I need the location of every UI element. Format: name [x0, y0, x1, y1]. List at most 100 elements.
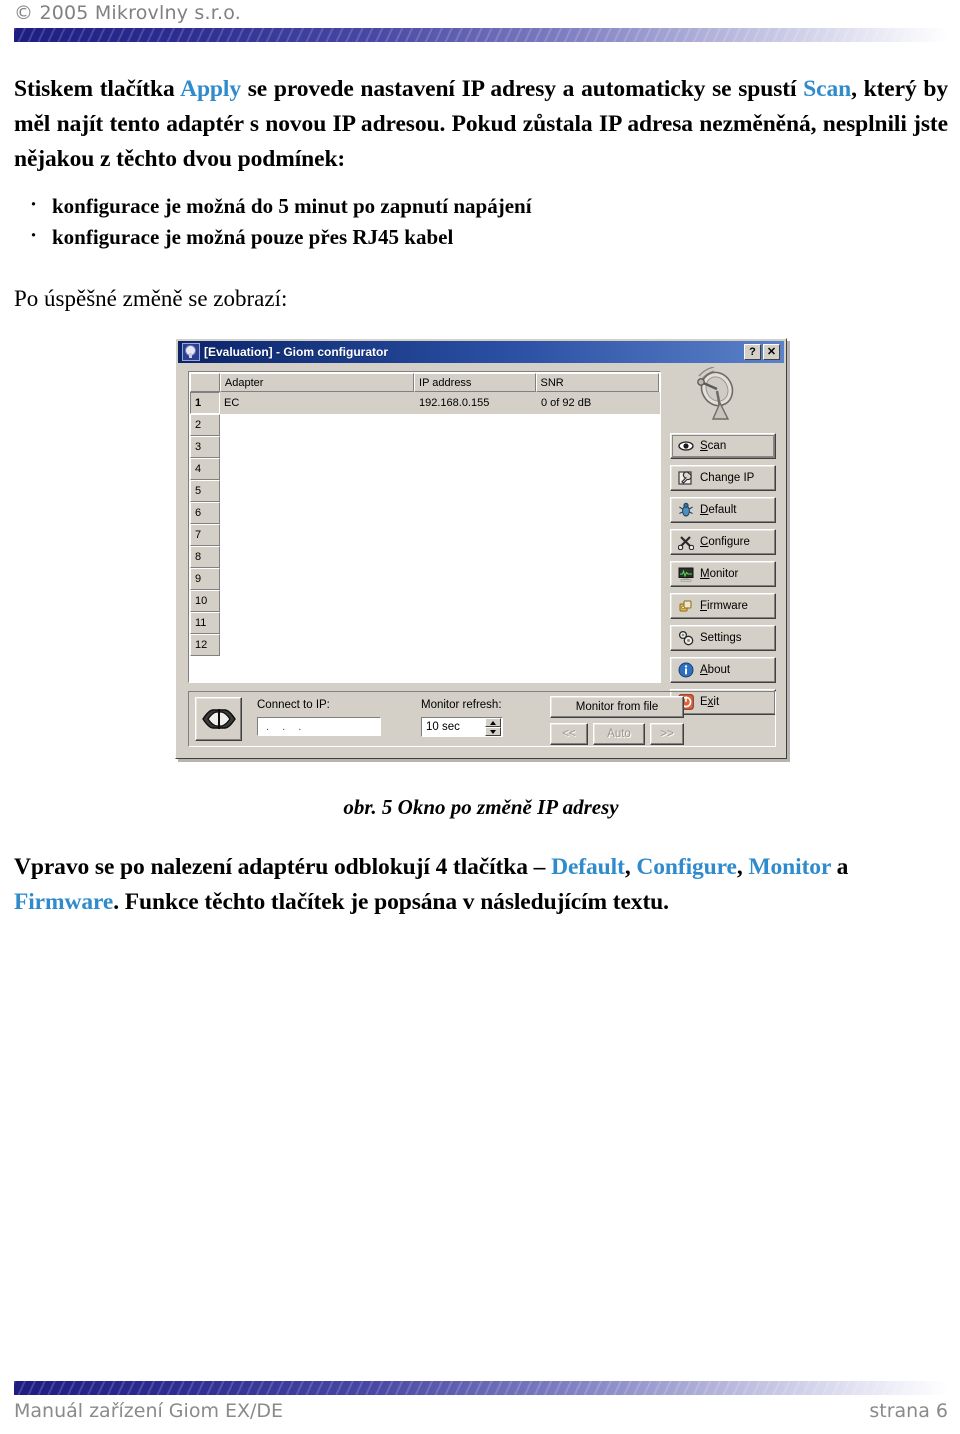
- row-number[interactable]: 4: [190, 458, 220, 480]
- monitor-button-label: Monitor: [700, 568, 739, 580]
- window-title: [Evaluation] - Giom configurator: [204, 345, 389, 359]
- monitor-refresh-label: Monitor refresh:: [421, 699, 502, 711]
- wrench-icon: [678, 470, 694, 486]
- row-number[interactable]: 5: [190, 480, 220, 502]
- connect-plug-button[interactable]: [195, 697, 242, 741]
- app-icon: [182, 343, 200, 361]
- firmware-keyword: Firmware: [14, 889, 114, 915]
- row-number[interactable]: 2: [190, 414, 220, 436]
- intro-text-1: Stiskem tlačítka: [14, 76, 181, 102]
- row-number[interactable]: 9: [190, 568, 220, 590]
- default-button-label: Default: [700, 504, 737, 516]
- page-header: © 2005 Mikrovlny s.r.o.: [0, 0, 960, 52]
- help-button[interactable]: ?: [744, 344, 761, 360]
- figure-screenshot: [Evaluation] - Giom configurator ? ✕ Ada…: [175, 338, 795, 767]
- connect-to-ip-label: Connect to IP:: [257, 699, 330, 711]
- footer-page-number: strana 6: [869, 1400, 948, 1422]
- configure-keyword: Configure: [636, 854, 737, 880]
- default-button[interactable]: Default: [670, 497, 776, 523]
- window-controls: ? ✕: [744, 344, 780, 360]
- intro-paragraph: Stiskem tlačítka Apply se provede nastav…: [14, 72, 948, 177]
- figure-caption-block: obr. 5 Okno po změně IP adresy: [14, 795, 948, 820]
- configure-button-label: Configure: [700, 536, 750, 548]
- change-ip-button[interactable]: Change IP: [670, 465, 776, 491]
- command-button-column: Scan Change IP Default Configure Monitor…: [670, 433, 776, 721]
- stepper-arrows[interactable]: [485, 718, 501, 736]
- gears-icon: [678, 630, 694, 646]
- listview-rows: EC 192.168.0.155 0 of 92 dB: [220, 392, 660, 681]
- window-titlebar[interactable]: [Evaluation] - Giom configurator ? ✕: [178, 341, 784, 363]
- settings-button-label: Settings: [700, 632, 742, 644]
- apply-keyword: Apply: [180, 76, 241, 102]
- document-content: Stiskem tlačítka Apply se provede nastav…: [14, 72, 948, 315]
- monitor-button[interactable]: Monitor: [670, 561, 776, 587]
- stepper-up-icon[interactable]: [485, 718, 501, 727]
- adapter-listview[interactable]: Adapter IP address SNR 1 2 3 4 5 6 7 8 9: [188, 371, 661, 683]
- about-button[interactable]: About: [670, 657, 776, 683]
- eye-icon: [678, 438, 694, 454]
- column-header-index[interactable]: [190, 373, 220, 392]
- monitor-refresh-stepper[interactable]: 10 sec: [421, 717, 503, 737]
- intro-text-2: se provede nastavení IP adresy a automat…: [240, 76, 804, 102]
- column-header-snr[interactable]: SNR: [535, 373, 659, 392]
- scan-button-label: Scan: [700, 440, 727, 452]
- closing-paragraph: Vpravo se po nalezení adaptéru odblokují…: [14, 850, 948, 920]
- row-number[interactable]: 6: [190, 502, 220, 524]
- cell-adapter: EC: [224, 397, 240, 409]
- copyright-notice: © 2005 Mikrovlny s.r.o.: [14, 2, 241, 24]
- firmware-button-label: Firmware: [700, 600, 748, 612]
- closing-sep-3: a: [830, 854, 849, 880]
- cell-snr: 0 of 92 dB: [541, 397, 592, 409]
- plug-icon: [201, 709, 236, 729]
- figure-caption: obr. 5 Okno po změně IP adresy: [343, 795, 619, 819]
- column-header-adapter[interactable]: Adapter: [219, 373, 415, 392]
- monitor-from-file-button[interactable]: Monitor from file: [550, 696, 684, 718]
- tools-icon: [677, 534, 695, 551]
- figure-lead-in: Po úspěšné změně se zobrazí:: [14, 286, 288, 311]
- row-number[interactable]: 7: [190, 524, 220, 546]
- closing-text-1: Vpravo se po nalezení adaptéru odblokují…: [14, 854, 552, 880]
- scan-keyword: Scan: [803, 76, 852, 102]
- stepper-down-icon[interactable]: [485, 727, 501, 736]
- change-ip-button-label: Change IP: [700, 472, 755, 484]
- list-item: konfigurace je možná pouze přes RJ45 kab…: [14, 220, 948, 253]
- monitor-keyword: Monitor: [748, 854, 831, 880]
- row-number[interactable]: 10: [190, 590, 220, 612]
- column-header-ip-address[interactable]: IP address: [414, 373, 536, 392]
- monitor-icon: [678, 566, 694, 582]
- closing-paragraph-block: Vpravo se po nalezení adaptéru odblokují…: [14, 850, 948, 920]
- footer-document-title: Manuál zařízení Giom EX/DE: [14, 1400, 284, 1422]
- close-button[interactable]: ✕: [763, 344, 780, 360]
- configure-button[interactable]: Configure: [670, 529, 776, 555]
- nav-prev-button[interactable]: <<: [550, 723, 588, 745]
- closing-sep-1: ,: [624, 854, 637, 880]
- closing-text-2: . Funkce těchto tlačítek je popsána v ná…: [113, 889, 669, 915]
- app-window: [Evaluation] - Giom configurator ? ✕ Ada…: [175, 338, 787, 759]
- bottom-panel: Connect to IP: . . . Monitor refresh: 10…: [188, 691, 776, 747]
- monitor-refresh-value: 10 sec: [426, 721, 460, 733]
- row-number[interactable]: 11: [190, 612, 220, 634]
- page-footer: Manuál zařízení Giom EX/DE strana 6: [14, 1400, 948, 1422]
- nav-auto-button[interactable]: Auto: [593, 723, 645, 745]
- row-number[interactable]: 8: [190, 546, 220, 568]
- satellite-dish-icon: [684, 366, 744, 423]
- chip-icon: [678, 598, 694, 614]
- firmware-button[interactable]: Firmware: [670, 593, 776, 619]
- row-number-gutter: 1 2 3 4 5 6 7 8 9 10 11 12: [190, 392, 220, 681]
- settings-button[interactable]: Settings: [670, 625, 776, 651]
- header-rule-band: [14, 28, 948, 42]
- about-button-label: About: [700, 664, 731, 676]
- listview-header: Adapter IP address SNR: [190, 373, 659, 392]
- bug-icon: [678, 502, 694, 518]
- row-number[interactable]: 3: [190, 436, 220, 458]
- row-number[interactable]: 12: [190, 634, 220, 656]
- table-row[interactable]: EC 192.168.0.155 0 of 92 dB: [220, 392, 660, 414]
- nav-next-button[interactable]: >>: [650, 723, 684, 745]
- scan-button[interactable]: Scan: [670, 433, 776, 459]
- footer-rule-band: [14, 1381, 948, 1395]
- connect-to-ip-input[interactable]: . . .: [257, 717, 381, 736]
- list-item: konfigurace je možná do 5 minut po zapnu…: [14, 189, 948, 222]
- row-number[interactable]: 1: [190, 392, 220, 414]
- default-keyword: Default: [551, 854, 625, 880]
- closing-sep-2: ,: [736, 854, 749, 880]
